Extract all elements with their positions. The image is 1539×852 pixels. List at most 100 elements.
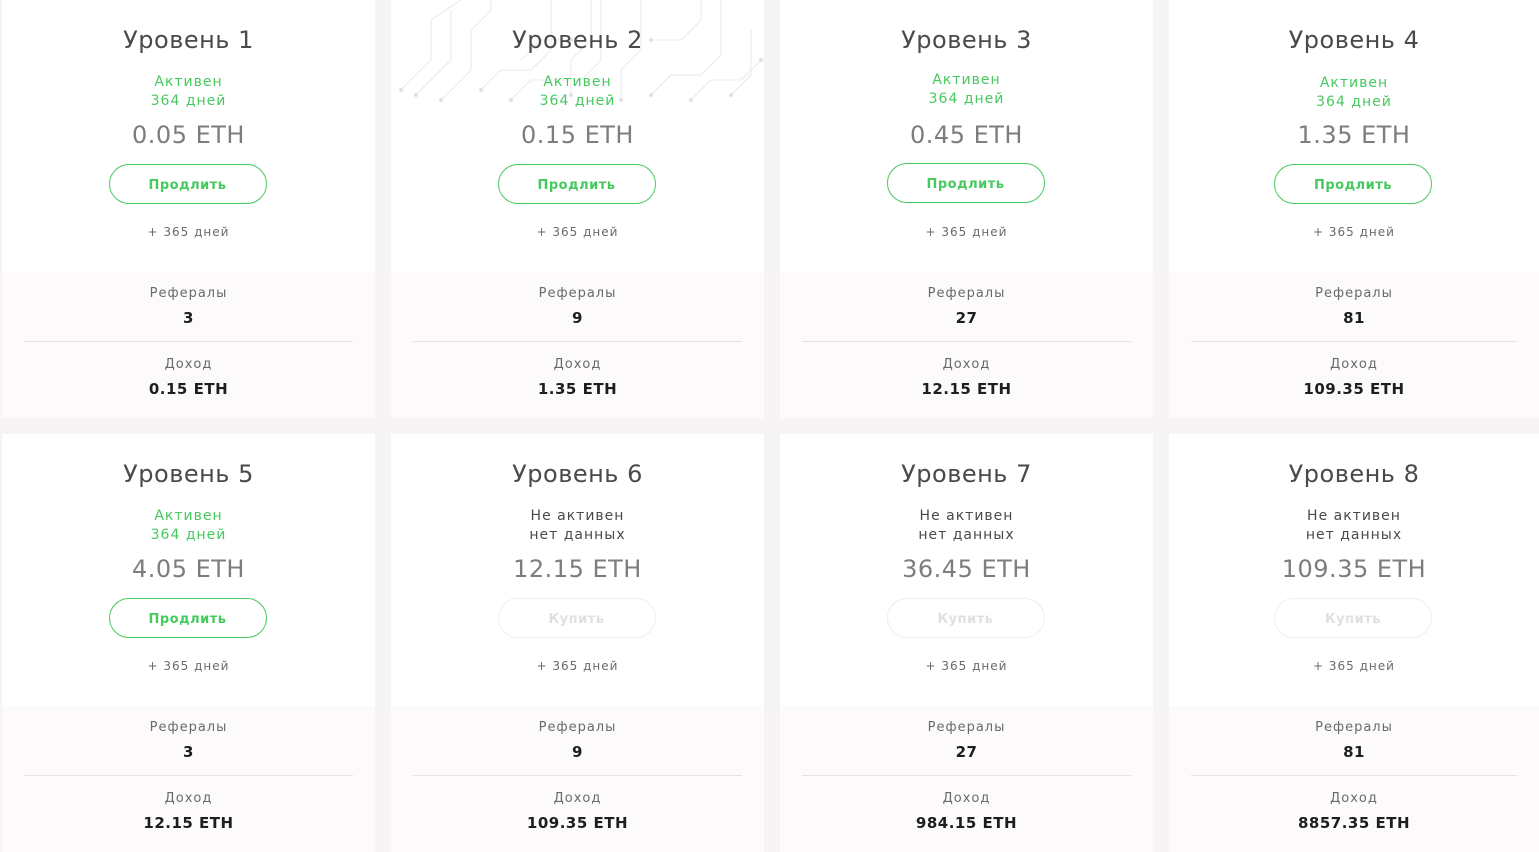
- income-value: 0.15 ETH: [148, 380, 229, 398]
- income-label: Доход: [553, 791, 602, 806]
- referrals-value: 27: [955, 309, 978, 327]
- extend-button[interactable]: Продлить: [886, 163, 1045, 203]
- level-card-6: Уровень 6 Не активен нет данных 12.15 ET…: [391, 434, 764, 852]
- income-label: Доход: [553, 357, 602, 372]
- extend-button[interactable]: Продлить: [1274, 164, 1432, 204]
- level-title: Уровень 8: [1288, 460, 1420, 488]
- status-text: Активен: [1319, 75, 1389, 91]
- stats-divider: [24, 341, 353, 342]
- level-status: Активен 364 дней: [780, 71, 1153, 109]
- level-status: Активен 364 дней: [1169, 74, 1539, 112]
- level-status: Не активен нет данных: [1169, 507, 1539, 545]
- referrals-label: Рефералы: [927, 720, 1006, 735]
- referrals-value: 81: [1343, 309, 1365, 327]
- level-stats: Рефералы 9 Доход 1.35 ETH: [391, 272, 764, 418]
- referrals-label: Рефералы: [1315, 720, 1393, 735]
- level-card-header: Уровень 6 Не активен нет данных 12.15 ET…: [391, 434, 764, 706]
- extend-button[interactable]: Продлить: [108, 164, 267, 204]
- level-price: 12.15 ETH: [513, 555, 642, 583]
- level-card-header: Уровень 7 Не активен нет данных 36.45 ET…: [780, 434, 1153, 706]
- status-text: Активен: [154, 508, 223, 524]
- level-price: 1.35 ETH: [1297, 121, 1411, 149]
- level-stats: Рефералы 81 Доход 8857.35 ETH: [1169, 706, 1539, 852]
- level-card-1: Уровень 1 Активен 364 дней 0.05 ETH Прод…: [2, 0, 375, 418]
- level-price: 0.15 ETH: [521, 121, 634, 149]
- level-title: Уровень 4: [1288, 26, 1420, 54]
- days-remaining: нет данных: [529, 527, 626, 543]
- extend-button[interactable]: Продлить: [497, 164, 656, 204]
- buy-button[interactable]: Купить: [497, 598, 656, 638]
- stats-divider: [802, 775, 1131, 776]
- level-status: Активен 364 дней: [391, 73, 764, 111]
- income-label: Доход: [164, 791, 213, 806]
- levels-grid: Уровень 1 Активен 364 дней 0.05 ETH Прод…: [0, 0, 1539, 852]
- level-card-header: Уровень 2 Активен 364 дней 0.15 ETH Прод…: [391, 0, 764, 272]
- extension-period: + 365 дней: [536, 659, 619, 673]
- level-stats: Рефералы 9 Доход 109.35 ETH: [391, 706, 764, 852]
- level-title: Уровень 6: [512, 460, 643, 488]
- level-stats: Рефералы 81 Доход 109.35 ETH: [1169, 272, 1539, 418]
- referrals-value: 27: [955, 743, 978, 761]
- level-card-3: Уровень 3 Активен 364 дней 0.45 ETH Прод…: [780, 0, 1153, 418]
- level-status: Не активен нет данных: [391, 507, 764, 545]
- buy-button[interactable]: Купить: [886, 598, 1045, 638]
- income-label: Доход: [164, 357, 213, 372]
- level-title: Уровень 3: [901, 26, 1032, 54]
- income-label: Доход: [1330, 357, 1378, 372]
- referrals-value: 9: [572, 309, 583, 327]
- status-text: Не активен: [530, 508, 625, 524]
- extension-period: + 365 дней: [536, 225, 619, 239]
- level-card-header: Уровень 4 Активен 364 дней 1.35 ETH Прод…: [1169, 0, 1539, 272]
- level-card-header: Уровень 8 Не активен нет данных 109.35 E…: [1169, 434, 1539, 706]
- stats-divider: [24, 775, 353, 776]
- income-label: Доход: [942, 357, 991, 372]
- days-remaining: 364 дней: [539, 93, 616, 109]
- level-stats: Рефералы 27 Доход 12.15 ETH: [780, 272, 1153, 418]
- level-card-8: Уровень 8 Не активен нет данных 109.35 E…: [1169, 434, 1539, 852]
- income-value: 12.15 ETH: [921, 380, 1012, 398]
- referrals-label: Рефералы: [538, 286, 617, 301]
- level-price: 0.45 ETH: [910, 121, 1023, 149]
- referrals-value: 3: [183, 743, 194, 761]
- buy-button[interactable]: Купить: [1274, 598, 1432, 638]
- stats-divider: [413, 775, 742, 776]
- referrals-value: 81: [1343, 743, 1365, 761]
- income-value: 8857.35 ETH: [1297, 814, 1411, 832]
- days-remaining: нет данных: [918, 527, 1015, 543]
- days-remaining: 364 дней: [1316, 94, 1392, 110]
- income-value: 109.35 ETH: [1303, 380, 1405, 398]
- level-card-header: Уровень 3 Активен 364 дней 0.45 ETH Прод…: [780, 0, 1153, 272]
- level-title: Уровень 2: [512, 26, 643, 54]
- level-status: Активен 364 дней: [2, 507, 375, 545]
- days-remaining: 364 дней: [928, 91, 1005, 107]
- referrals-label: Рефералы: [1315, 286, 1393, 301]
- status-text: Активен: [154, 74, 223, 90]
- referrals-label: Рефералы: [149, 720, 228, 735]
- status-text: Активен: [932, 72, 1001, 88]
- extension-period: + 365 дней: [1313, 225, 1395, 239]
- income-value: 984.15 ETH: [915, 814, 1018, 832]
- level-card-header: Уровень 1 Активен 364 дней 0.05 ETH Прод…: [2, 0, 375, 272]
- extend-button[interactable]: Продлить: [108, 598, 267, 638]
- status-text: Не активен: [1307, 508, 1401, 524]
- level-stats: Рефералы 27 Доход 984.15 ETH: [780, 706, 1153, 852]
- extension-period: + 365 дней: [147, 659, 230, 673]
- extension-period: + 365 дней: [925, 659, 1008, 673]
- level-card-5: Уровень 5 Активен 364 дней 4.05 ETH Прод…: [2, 434, 375, 852]
- level-price: 109.35 ETH: [1281, 555, 1427, 583]
- level-title: Уровень 5: [123, 460, 254, 488]
- level-stats: Рефералы 3 Доход 0.15 ETH: [2, 272, 375, 418]
- referrals-value: 3: [183, 309, 194, 327]
- income-value: 1.35 ETH: [537, 380, 618, 398]
- extension-period: + 365 дней: [147, 225, 230, 239]
- level-card-7: Уровень 7 Не активен нет данных 36.45 ET…: [780, 434, 1153, 852]
- stats-divider: [413, 341, 742, 342]
- income-label: Доход: [942, 791, 991, 806]
- level-price: 0.05 ETH: [132, 121, 245, 149]
- days-remaining: 364 дней: [150, 93, 227, 109]
- level-price: 36.45 ETH: [902, 555, 1031, 583]
- level-stats: Рефералы 3 Доход 12.15 ETH: [2, 706, 375, 852]
- extension-period: + 365 дней: [925, 225, 1008, 239]
- level-card-4: Уровень 4 Активен 364 дней 1.35 ETH Прод…: [1169, 0, 1539, 418]
- level-card-2: Уровень 2 Активен 364 дней 0.15 ETH Прод…: [391, 0, 764, 418]
